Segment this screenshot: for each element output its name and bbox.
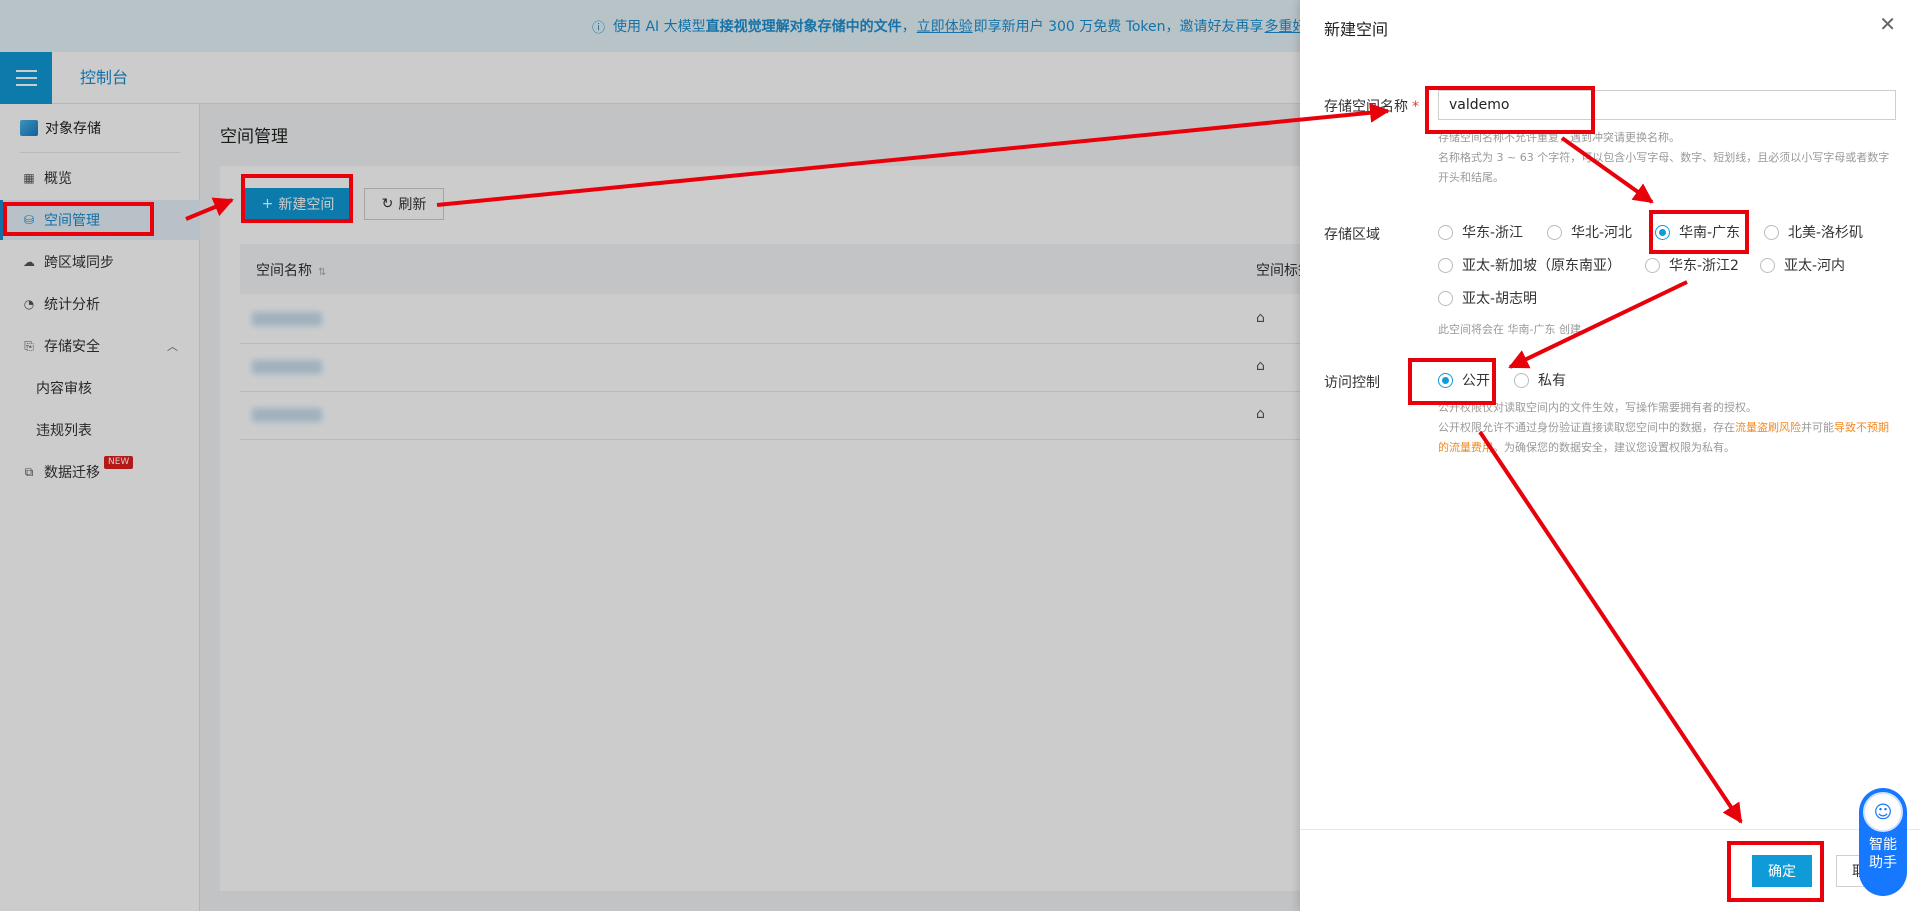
arrow-access-to-confirm <box>1478 430 1743 824</box>
arrow-region-to-access <box>1508 280 1688 369</box>
arrow-new-button-to-name-input <box>436 102 1390 207</box>
arrow-sidebar-to-new-button <box>185 197 234 221</box>
annotation-arrows <box>185 102 1743 824</box>
arrow-name-input-to-region <box>1560 136 1654 204</box>
